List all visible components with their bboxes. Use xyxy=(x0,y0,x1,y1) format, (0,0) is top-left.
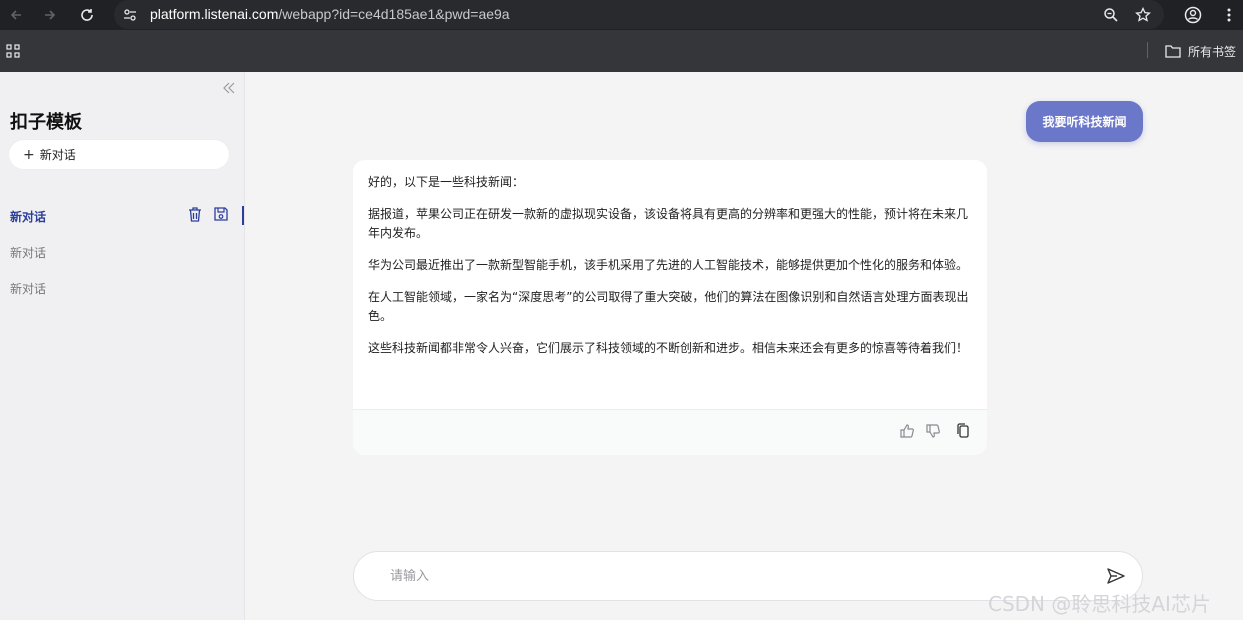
browser-toolbar: platform.listenai.com/webapp?id=ce4d185a… xyxy=(0,0,1243,30)
profile-icon[interactable] xyxy=(1181,3,1205,27)
bot-message-text: 好的，以下是一些科技新闻： 据报道，苹果公司正在研发一款新的虚拟现实设备，该设备… xyxy=(368,173,974,371)
conversation-item[interactable]: 新对话 xyxy=(10,280,46,297)
thumbs-up-icon[interactable] xyxy=(899,423,915,443)
sidebar: 扣子模板 + 新对话 新对话 新对话 新对话 xyxy=(0,72,245,620)
bot-paragraph: 在人工智能领域，一家名为“深度思考”的公司取得了重大突破，他们的算法在图像识别和… xyxy=(368,290,969,323)
collapse-sidebar-icon[interactable] xyxy=(222,80,238,96)
more-menu-icon[interactable] xyxy=(1217,3,1241,27)
new-chat-label: 新对话 xyxy=(39,148,76,162)
bookmark-star-icon[interactable] xyxy=(1131,3,1155,27)
new-chat-button[interactable]: + 新对话 xyxy=(9,140,229,169)
chat-input[interactable] xyxy=(390,566,1090,586)
reload-icon[interactable] xyxy=(75,3,99,27)
thumbs-down-icon[interactable] xyxy=(925,423,941,443)
feedback-icons xyxy=(899,422,971,443)
plus-icon: + xyxy=(23,146,35,163)
bookmarks-bar: 所有书签 xyxy=(0,30,1243,72)
user-message-bubble: 我要听科技新闻 xyxy=(1026,101,1143,142)
delete-icon[interactable] xyxy=(187,206,203,227)
copy-icon[interactable] xyxy=(955,422,971,443)
conversation-item[interactable]: 新对话 xyxy=(10,244,46,261)
conversation-actions xyxy=(187,206,229,227)
bot-paragraph: 这些科技新闻都非常令人兴奋，它们展示了科技领域的不断创新和进步。相信未来还会有更… xyxy=(368,341,969,355)
message-feedback-bar xyxy=(353,409,987,455)
send-icon[interactable] xyxy=(1106,566,1128,588)
url-path: /webapp?id=ce4d185ae1&pwd=ae9a xyxy=(278,6,510,22)
chat-panel: 我要听科技新闻 好的，以下是一些科技新闻： 据报道，苹果公司正在研发一款新的虚拟… xyxy=(246,72,1243,620)
bot-paragraph: 好的，以下是一些科技新闻： xyxy=(368,175,525,189)
back-arrow-icon[interactable] xyxy=(4,3,28,27)
save-icon[interactable] xyxy=(213,206,229,227)
conversation-item-active[interactable]: 新对话 xyxy=(10,208,46,225)
url-text: platform.listenai.com/webapp?id=ce4d185a… xyxy=(150,6,510,22)
all-bookmarks-label[interactable]: 所有书签 xyxy=(1188,43,1236,60)
url-host: platform.listenai.com xyxy=(150,6,279,22)
bot-paragraph: 据报道，苹果公司正在研发一款新的虚拟现实设备，该设备将具有更高的分辨率和更强大的… xyxy=(368,207,969,240)
watermark: CSDN @聆思科技AI芯片 xyxy=(988,592,1211,616)
bookmarks-divider xyxy=(1147,42,1148,58)
bot-message-card: 好的，以下是一些科技新闻： 据报道，苹果公司正在研发一款新的虚拟现实设备，该设备… xyxy=(353,160,987,455)
zoom-icon[interactable] xyxy=(1099,3,1123,27)
folder-icon[interactable] xyxy=(1165,43,1181,62)
bot-paragraph: 华为公司最近推出了一款新型智能手机，该手机采用了先进的人工智能技术，能够提供更加… xyxy=(368,258,969,272)
apps-grid-icon[interactable] xyxy=(6,43,20,62)
app-title: 扣子模板 xyxy=(10,112,82,133)
active-indicator xyxy=(242,206,244,225)
forward-arrow-icon[interactable] xyxy=(38,3,62,27)
site-settings-icon[interactable] xyxy=(118,3,142,27)
